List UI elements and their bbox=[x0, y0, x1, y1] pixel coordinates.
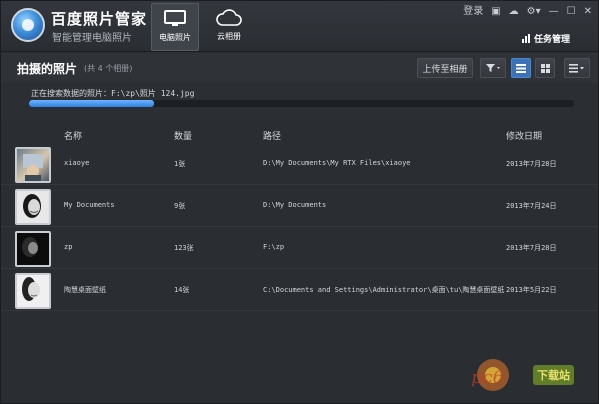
grid-view-icon bbox=[540, 63, 550, 73]
site-watermark: pc6 下载站 bbox=[463, 353, 593, 403]
photo-count: 1张 bbox=[174, 160, 186, 168]
album-path: F:\zp bbox=[263, 243, 285, 251]
app-window: 百度照片管家 智能管理电脑照片 电脑照片 云相册 登录 ▣ ☁ ⚙▾ — ☐ ✕ bbox=[0, 0, 599, 404]
table-row[interactable]: My Documents 9张 D:\My Documents 2013年7月2… bbox=[1, 187, 598, 227]
svg-text:pc6: pc6 bbox=[471, 367, 504, 388]
app-title: 百度照片管家 bbox=[51, 10, 148, 28]
list-view-icon bbox=[516, 63, 526, 73]
app-subtitle: 智能管理电脑照片 bbox=[52, 33, 132, 44]
album-name: xiaoye bbox=[64, 159, 90, 167]
cloud-icon bbox=[216, 9, 242, 26]
minimize-icon[interactable]: — bbox=[549, 6, 559, 18]
table-header: 名称 数量 路径 修改日期 bbox=[1, 125, 598, 145]
sort-options-button[interactable] bbox=[564, 58, 590, 78]
maximize-icon[interactable]: ☐ bbox=[567, 6, 576, 18]
tab-cloud-album[interactable]: 云相册 bbox=[205, 3, 253, 51]
filter-button[interactable] bbox=[480, 58, 506, 78]
photo-count: 123张 bbox=[174, 244, 194, 252]
modified-date: 2013年7月28日 bbox=[506, 160, 557, 168]
modified-date: 2013年5月22日 bbox=[506, 286, 557, 294]
upload-to-album-button[interactable]: 上传至相册 bbox=[417, 58, 473, 78]
progress-bar bbox=[29, 100, 574, 107]
bar-chart-icon bbox=[521, 34, 530, 43]
album-count: (共 4 个相册) bbox=[84, 64, 133, 73]
progress-bar-fill bbox=[29, 100, 155, 107]
task-manager-button[interactable]: 任务管理 bbox=[521, 32, 570, 45]
photo-count: 9张 bbox=[174, 202, 186, 210]
column-header-date[interactable]: 修改日期 bbox=[506, 129, 542, 142]
watermark-logo: pc6 bbox=[471, 359, 509, 391]
watermark-text: 下载站 bbox=[533, 365, 574, 385]
album-name: 陶慧桌面壁纸 bbox=[64, 286, 106, 294]
album-thumbnail[interactable] bbox=[15, 273, 51, 309]
table-row[interactable]: zp 123张 F:\zp 2013年7月28日 bbox=[1, 229, 598, 269]
photo-count: 14张 bbox=[174, 286, 190, 294]
album-thumbnail[interactable] bbox=[15, 189, 51, 225]
column-header-path[interactable]: 路径 bbox=[263, 129, 281, 142]
task-manager-label: 任务管理 bbox=[533, 35, 570, 45]
message-icon[interactable]: ▣ bbox=[491, 6, 500, 18]
album-name: zp bbox=[64, 243, 73, 251]
app-logo bbox=[11, 8, 45, 42]
filter-icon bbox=[486, 64, 500, 72]
sort-options-icon bbox=[569, 63, 584, 73]
cloud-sync-icon[interactable]: ☁ bbox=[509, 6, 519, 18]
modified-date: 2013年7月24日 bbox=[506, 202, 557, 210]
page-title: 拍摄的照片 bbox=[17, 62, 78, 76]
album-path: D:\My Documents bbox=[263, 201, 327, 209]
table-row[interactable]: 陶慧桌面壁纸 14张 C:\Documents and Settings\Adm… bbox=[1, 271, 598, 311]
login-link[interactable]: 登录 bbox=[463, 6, 483, 18]
list-view-button[interactable] bbox=[511, 58, 531, 78]
monitor-icon bbox=[164, 10, 186, 26]
close-icon[interactable]: ✕ bbox=[584, 6, 592, 18]
progress-status-text: 正在搜索数据的照片：F:\zp\照片 124.jpg bbox=[31, 89, 195, 98]
settings-icon[interactable]: ⚙▾ bbox=[527, 6, 541, 18]
album-name: My Documents bbox=[64, 201, 115, 209]
grid-view-button[interactable] bbox=[535, 58, 555, 78]
search-progress: 正在搜索数据的照片：F:\zp\照片 124.jpg bbox=[1, 83, 598, 121]
column-header-name[interactable]: 名称 bbox=[64, 129, 82, 142]
tab-label: 电脑照片 bbox=[159, 33, 191, 42]
tab-pc-photos[interactable]: 电脑照片 bbox=[151, 3, 199, 51]
toolbar: 拍摄的照片 (共 4 个相册) 上传至相册 bbox=[1, 53, 598, 83]
column-header-count[interactable]: 数量 bbox=[174, 129, 192, 142]
modified-date: 2013年7月28日 bbox=[506, 244, 557, 252]
title-bar: 百度照片管家 智能管理电脑照片 电脑照片 云相册 登录 ▣ ☁ ⚙▾ — ☐ ✕ bbox=[1, 1, 598, 52]
album-path: C:\Documents and Settings\Administrator\… bbox=[263, 286, 505, 294]
tab-label: 云相册 bbox=[217, 32, 241, 41]
window-controls: 登录 ▣ ☁ ⚙▾ — ☐ ✕ bbox=[463, 5, 592, 19]
album-thumbnail[interactable] bbox=[15, 231, 51, 267]
table-row[interactable]: xiaoye 1张 D:\My Documents\My RTX Files\x… bbox=[1, 145, 598, 185]
album-thumbnail[interactable] bbox=[15, 147, 51, 183]
album-path: D:\My Documents\My RTX Files\xiaoye bbox=[263, 159, 411, 167]
